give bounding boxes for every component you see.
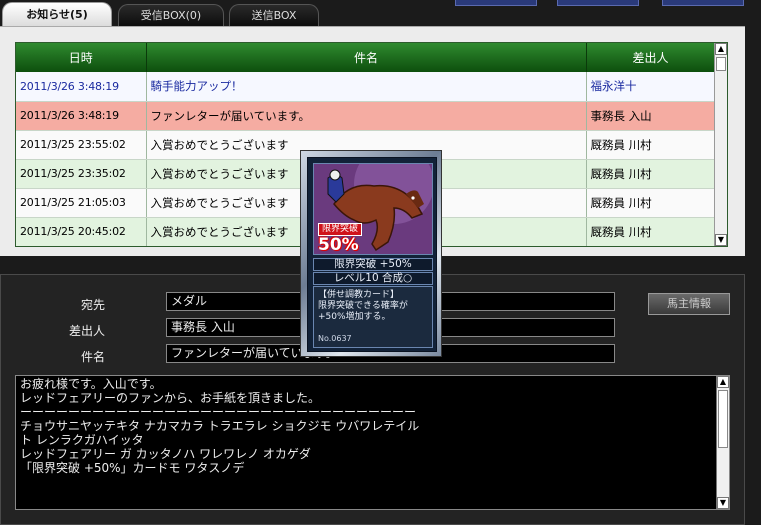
body-line: ト レンラクガハイッタ — [20, 433, 144, 447]
row-sender: 厩務員 川村 — [586, 217, 716, 246]
scroll-down-arrow-icon[interactable]: ▼ — [717, 497, 729, 509]
tab-notices-label: お知らせ(5) — [26, 8, 88, 21]
col-subject-header[interactable]: 件名 — [146, 43, 587, 72]
message-body: お疲れ様です。入山です。 レッドフェアリーのファンから、お手紙を頂きました。 ー… — [15, 375, 730, 510]
row-sender: 厩務員 川村 — [586, 130, 716, 160]
card-level-line: レベル10 合成○ — [313, 272, 433, 285]
col-date-header[interactable]: 日時 — [16, 43, 147, 72]
card-effect-line: 限界突破 +50% — [313, 258, 433, 271]
body-scrollbar[interactable]: ▲ ▼ — [716, 376, 729, 509]
row-subject: ファンレターが届いています。 — [146, 101, 587, 131]
tab-inbox[interactable]: 受信BOX(0) — [118, 4, 224, 26]
body-line: レッドフェアリー ガ カッタノハ ワレワレノ オカゲダ — [20, 447, 311, 461]
card-frame: 限界突破 50% 限界突破 +50% レベル10 合成○ 【併せ調教カード】 限… — [307, 157, 437, 352]
list-scroll-thumb[interactable] — [716, 57, 726, 71]
row-sender: 事務長 入山 — [586, 101, 716, 131]
row-date: 2011/3/26 3:48:19 — [16, 101, 147, 131]
body-line: お疲れ様です。入山です。 — [20, 377, 162, 391]
row-sender: 厩務員 川村 — [586, 188, 716, 218]
owner-info-button[interactable]: 馬主情報 — [648, 293, 730, 315]
subject-label: 件名 — [80, 350, 105, 364]
body-line: 「限界突破 +50%」カードモ ワタスノデ — [20, 461, 245, 475]
table-header: 日時 件名 差出人 — [16, 43, 716, 72]
row-date: 2011/3/25 20:45:02 — [16, 217, 147, 246]
tab-inbox-label: 受信BOX(0) — [140, 9, 202, 22]
row-date: 2011/3/26 3:48:19 — [16, 72, 147, 102]
col-sender-header[interactable]: 差出人 — [586, 43, 716, 72]
scroll-up-arrow-icon[interactable]: ▲ — [715, 43, 727, 55]
body-line: チョウサニヤッテキタ ナカマカラ トラエラレ ショクジモ ウバワレテイル — [20, 419, 420, 433]
card-art-horse-image: 限界突破 50% — [313, 163, 433, 255]
row-sender: 福永洋十 — [586, 72, 716, 102]
tab-outbox-label: 送信BOX — [251, 9, 297, 22]
table-row-selected[interactable]: 2011/3/26 3:48:19 ファンレターが届いています。 事務長 入山 — [16, 101, 716, 131]
body-scroll-thumb[interactable] — [718, 390, 728, 448]
list-scrollbar[interactable]: ▲ ▼ — [714, 43, 727, 246]
tab-bar: お知らせ(5) 受信BOX(0) 送信BOX — [0, 0, 761, 26]
row-date: 2011/3/25 23:55:02 — [16, 130, 147, 160]
tab-notices[interactable]: お知らせ(5) — [2, 2, 112, 26]
row-date: 2011/3/25 23:35:02 — [16, 159, 147, 189]
card-number: No.0637 — [318, 334, 352, 343]
card-badge-value: 50% — [318, 235, 359, 255]
to-label: 宛先 — [80, 298, 105, 312]
body-line: レッドフェアリーのファンから、お手紙を頂きました。 — [20, 391, 321, 405]
scroll-down-arrow-icon[interactable]: ▼ — [715, 234, 727, 246]
tab-outbox[interactable]: 送信BOX — [229, 4, 319, 26]
table-row[interactable]: 2011/3/26 3:48:19 騎手能力アップ！ 福永洋十 — [16, 72, 716, 102]
body-line: ーーーーーーーーーーーーーーーーーーーーーーーーーーーーーーーーー — [20, 405, 417, 419]
card-popup: 限界突破 50% 限界突破 +50% レベル10 合成○ 【併せ調教カード】 限… — [300, 150, 442, 357]
row-subject: 騎手能力アップ！ — [146, 72, 587, 102]
row-sender: 厩務員 川村 — [586, 159, 716, 189]
row-date: 2011/3/25 21:05:03 — [16, 188, 147, 218]
from-label: 差出人 — [68, 324, 105, 338]
scroll-up-arrow-icon[interactable]: ▲ — [717, 376, 729, 388]
card-badge: 限界突破 50% — [318, 220, 368, 255]
